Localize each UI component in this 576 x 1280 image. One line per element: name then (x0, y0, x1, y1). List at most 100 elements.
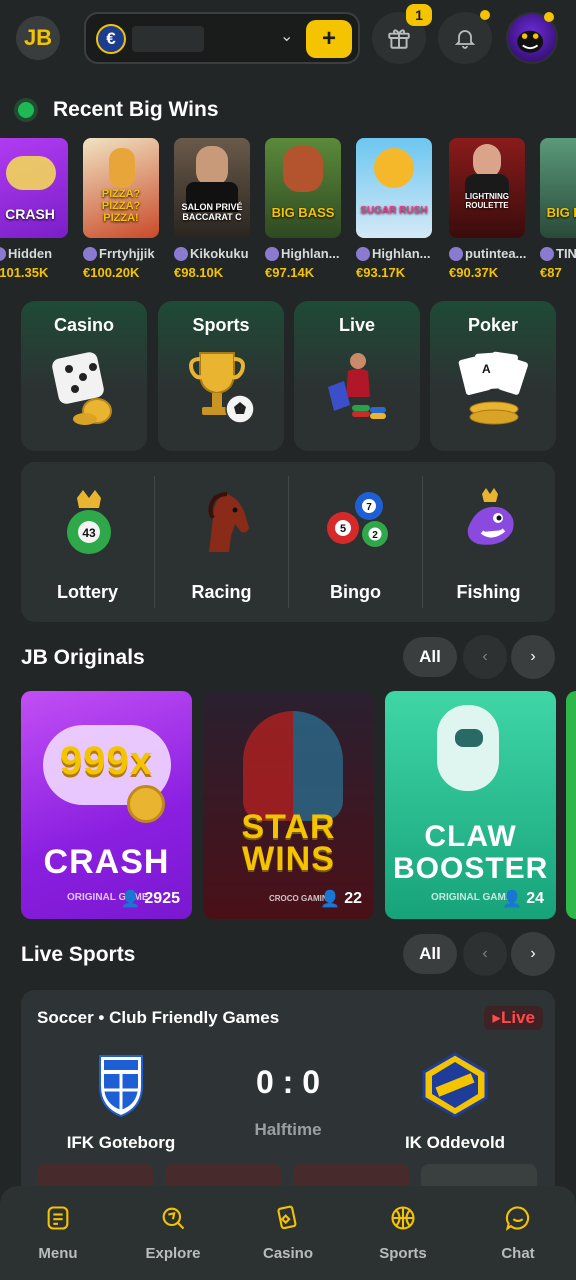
originals-prev-button[interactable]: ‹ (463, 635, 507, 679)
thumbnail-game-name: BIG BASS (271, 205, 335, 220)
wallet-selector[interactable]: € ⌄ + (84, 12, 360, 64)
user-icon: 👤 (502, 891, 523, 908)
game-type-racing[interactable]: Racing (155, 462, 288, 622)
live-sports-next-button[interactable]: › (511, 932, 555, 976)
game-type-bingo[interactable]: 7 5 2 Bingo (289, 462, 422, 622)
svg-text:43: 43 (82, 526, 96, 540)
win-username: Hidden (8, 246, 53, 261)
win-card[interactable]: PIZZA? PIZZA? PIZZA! Frrtyhjjik €100.20K (83, 138, 163, 280)
casino-icon (277, 1205, 297, 1230)
avatar-status-dot (544, 12, 554, 22)
win-username: Kikokuku (190, 246, 249, 261)
chevron-down-icon[interactable]: ⌄ (280, 26, 293, 46)
bell-icon (454, 30, 476, 49)
live-sports-title: Live Sports (21, 943, 136, 966)
deposit-button[interactable]: + (306, 20, 352, 58)
claw-art (437, 705, 499, 791)
category-label: Live (338, 315, 376, 335)
win-card[interactable]: LIGHTNING ROULETTE putintea... €90.37K (449, 138, 529, 280)
ifk-crest-icon (99, 1055, 143, 1118)
menu-icon (47, 1206, 69, 1230)
home-team-name: IFK Goteborg (66, 1133, 176, 1152)
dice-icon (52, 352, 112, 425)
chat-icon (505, 1206, 530, 1231)
svg-text:7: 7 (366, 502, 372, 513)
win-amount: €90.37K (449, 265, 499, 280)
nav-label: Menu (38, 1245, 78, 1262)
jb-logo[interactable]: JB (16, 16, 60, 60)
nav-menu[interactable]: Menu (8, 1204, 108, 1262)
game-thumbnail: PIZZA? PIZZA? PIZZA! (83, 138, 159, 238)
user-icon: 👤 (320, 891, 341, 908)
trophy-icon (189, 352, 255, 424)
gift-icon (388, 29, 410, 49)
chevron-right-icon: › (530, 648, 536, 665)
chevron-left-icon: ‹ (482, 648, 488, 665)
player-count: 👤 2925 (120, 890, 180, 908)
nav-explore[interactable]: Explore (123, 1204, 223, 1262)
game-type-label: Racing (191, 582, 252, 602)
category-live[interactable]: Live (294, 301, 420, 451)
chevron-right-icon: › (530, 945, 536, 962)
originals-next-button[interactable]: › (511, 635, 555, 679)
nav-sports[interactable]: Sports (353, 1204, 453, 1262)
explore-icon (162, 1207, 185, 1230)
thumbnail-game-name: PIZZA? PIZZA? PIZZA! (101, 188, 141, 224)
user-rank-icon (83, 246, 97, 261)
user-rank-icon (449, 246, 463, 261)
category-poker[interactable]: Poker A (430, 301, 556, 451)
top-header: JB € ⌄ + 1 (0, 0, 576, 78)
win-card[interactable]: BIG BASS Highlan... €97.14K (265, 138, 345, 280)
game-thumbnail: SUGAR RUSH (356, 138, 432, 238)
win-amount: €98.10K (174, 265, 224, 280)
recent-wins-strip: CRASH Hidden €101.35K PIZZA? PIZZA? PIZZ… (0, 138, 576, 288)
live-dealer-icon (328, 353, 386, 419)
match-card[interactable]: Soccer • Club Friendly Games ▸Live IFK G… (21, 990, 555, 1200)
original-game-card[interactable]: 999x CRASH ORIGINAL GAME 👤 2925 (21, 691, 192, 919)
nav-chat[interactable]: Chat (468, 1204, 568, 1262)
category-label: Sports (192, 315, 250, 335)
home-team: IFK Goteborg (51, 1052, 191, 1153)
player-count: 👤 22 (320, 890, 362, 908)
bottom-navigation: Menu Explore Casino Sports Chat (0, 1186, 576, 1280)
win-amount: €101.35K (0, 265, 49, 280)
nav-label: Explore (145, 1245, 201, 1262)
live-indicator-dot (18, 102, 34, 118)
category-sports[interactable]: Sports (158, 301, 284, 451)
win-username: Highlan... (281, 246, 340, 261)
match-score: 0 : 0 (255, 1064, 321, 1100)
thumbnail-game-name: BIG BASS (546, 205, 576, 220)
win-card[interactable]: SUGAR RUSH Highlan... €93.17K (356, 138, 436, 280)
nav-label: Sports (379, 1245, 427, 1262)
original-game-card[interactable]: STAR WINS CROCO GAMING 👤 22 (203, 691, 374, 919)
win-card[interactable]: SALON PRIVÉ BACCARAT C Kikokuku €98.10K (174, 138, 254, 280)
game-name: CLAW BOOSTER (393, 820, 549, 885)
win-card[interactable]: CRASH Hidden €101.35K (0, 138, 72, 280)
game-types-panel: 43 Lottery Racing 7 5 2 Bingo Fishing (21, 462, 555, 622)
lottery-ball-icon: 43 (67, 490, 111, 554)
originals-title: JB Originals (21, 646, 145, 669)
category-casino[interactable]: Casino (21, 301, 147, 451)
oddevold-crest-icon (422, 1052, 488, 1118)
live-sports-prev-button[interactable]: ‹ (463, 932, 507, 976)
thumbnail-game-name: SUGAR RUSH (360, 205, 428, 216)
notification-dot (480, 10, 490, 20)
original-game-card[interactable]: CLAW BOOSTER ORIGINAL GAME 👤 24 (385, 691, 556, 919)
game-type-lottery[interactable]: 43 Lottery (21, 462, 154, 622)
originals-all-button[interactable]: All (403, 637, 457, 677)
win-card[interactable]: BIG BASS TIN €87 (540, 138, 576, 280)
next-card-peek (566, 691, 576, 919)
category-label: Casino (53, 315, 114, 335)
game-type-fishing[interactable]: Fishing (422, 462, 555, 622)
nav-label: Chat (501, 1245, 535, 1262)
nav-casino[interactable]: Casino (238, 1204, 338, 1262)
user-rank-icon (0, 246, 6, 261)
gift-count-badge: 1 (406, 4, 432, 26)
player-count: 👤 24 (502, 890, 544, 908)
win-username: Frrtyhjjik (99, 246, 155, 261)
away-team: IK Oddevold (385, 1052, 525, 1153)
category-label: Poker (467, 315, 519, 335)
live-sports-all-button[interactable]: All (403, 934, 457, 974)
horse-head-icon (208, 492, 249, 552)
nav-label: Casino (262, 1245, 313, 1262)
